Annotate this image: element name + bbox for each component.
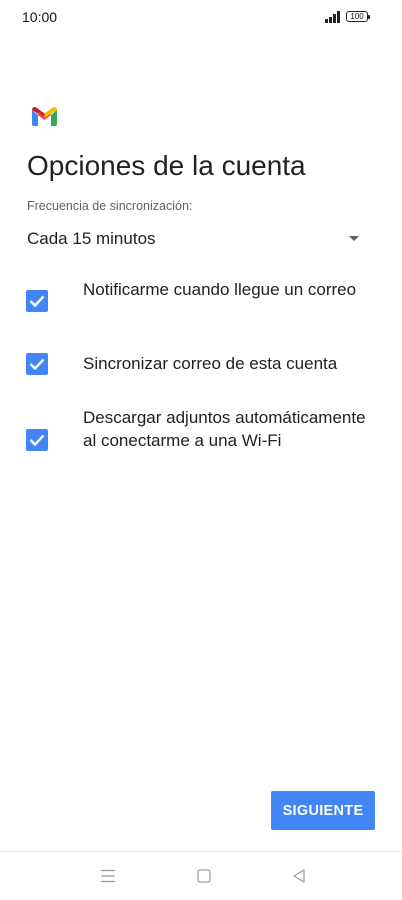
dropdown-arrow-icon [349, 236, 359, 241]
download-attachments-option[interactable]: Descargar adjuntos automáticamente al co… [26, 406, 366, 476]
signal-icon [325, 11, 340, 23]
sync-frequency-dropdown[interactable]: Cada 15 minutos [27, 224, 367, 254]
sync-frequency-value: Cada 15 minutos [27, 229, 156, 248]
sync-option[interactable]: Sincronizar correo de esta cuenta [26, 352, 366, 376]
download-attachments-label: Descargar adjuntos automáticamente al co… [83, 408, 366, 450]
battery-icon: 100 [346, 11, 370, 22]
page-title: Opciones de la cuenta [27, 150, 306, 181]
notify-option[interactable]: Notificarme cuando llegue un correo [26, 278, 366, 326]
back-icon[interactable] [287, 864, 311, 888]
sync-frequency-label: Frecuencia de sincronización: [27, 199, 193, 213]
next-button[interactable]: SIGUIENTE [271, 791, 375, 830]
download-attachments-checkbox[interactable] [26, 429, 48, 451]
check-icon [29, 434, 45, 447]
sync-checkbox[interactable] [26, 353, 48, 375]
sync-option-label: Sincronizar correo de esta cuenta [83, 354, 338, 373]
notify-option-label: Notificarme cuando llegue un correo [83, 280, 357, 299]
status-bar: 10:00 100 [0, 0, 402, 36]
notify-checkbox[interactable] [26, 290, 48, 312]
check-icon [29, 295, 45, 308]
account-options-screen: 10:00 100 Opciones de la cuenta Frecuenc… [0, 0, 402, 900]
nav-divider [0, 851, 402, 852]
menu-icon[interactable] [96, 864, 120, 888]
status-time: 10:00 [22, 9, 58, 25]
gmail-logo-icon [32, 107, 57, 126]
check-icon [29, 358, 45, 371]
home-icon[interactable] [192, 864, 216, 888]
